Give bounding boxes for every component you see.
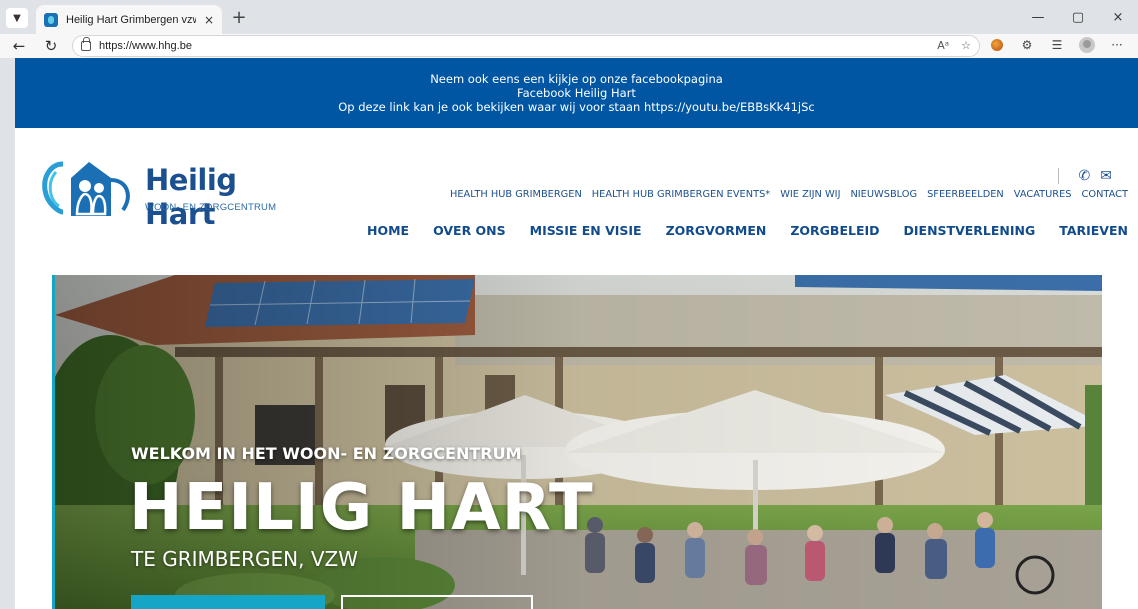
- logo-subtitle: WOON- EN ZORGCENTRUM: [145, 202, 277, 213]
- top-menu-wie-zijn-wij[interactable]: WIE ZIJN WIJ: [780, 189, 840, 200]
- top-menu: HEALTH HUB GRIMBERGEN HEALTH HUB GRIMBER…: [450, 189, 1128, 200]
- extension-icon[interactable]: [988, 36, 1006, 54]
- back-arrow-icon[interactable]: ←: [8, 36, 30, 56]
- main-menu-zorgvormen[interactable]: ZORGVORMEN: [666, 223, 767, 238]
- profile-avatar-icon[interactable]: [1078, 36, 1096, 54]
- main-menu: HOME OVER ONS MISSIE EN VISIE ZORGVORMEN…: [367, 223, 1128, 238]
- main-menu-tarieven[interactable]: TARIEVEN: [1059, 223, 1128, 238]
- browser-tools: ⚙ ☰ ···: [988, 36, 1138, 54]
- favorites-list-icon[interactable]: ☰: [1048, 36, 1066, 54]
- hero-secondary-button[interactable]: [341, 595, 533, 609]
- reload-icon[interactable]: ↻: [40, 36, 62, 56]
- banner-youtube-link[interactable]: Op deze link kan je ook bekijken waar wi…: [15, 100, 1138, 114]
- top-menu-nieuwsblog[interactable]: NIEUWSBLOG: [850, 189, 917, 200]
- top-menu-contact[interactable]: CONTACT: [1082, 189, 1128, 200]
- more-options-icon[interactable]: ···: [1108, 36, 1126, 54]
- read-aloud-icon[interactable]: Aᵃ: [937, 39, 949, 52]
- hero-section: WELKOM IN HET WOON- EN ZORGCENTRUM HEILI…: [52, 275, 1102, 609]
- extensions-puzzle-icon[interactable]: ⚙: [1018, 36, 1036, 54]
- tab-title: Heilig Hart Grimbergen vzw | Wo...: [66, 13, 196, 26]
- restore-button[interactable]: ▢: [1058, 10, 1098, 25]
- main-menu-zorgbeleid[interactable]: ZORGBELEID: [790, 223, 879, 238]
- hero-primary-button[interactable]: [131, 595, 325, 609]
- top-menu-vacatures[interactable]: VACATURES: [1014, 189, 1072, 200]
- site-logo[interactable]: Heilig Hart WOON- EN ZORGCENTRUM: [41, 156, 301, 231]
- top-menu-health-hub-events[interactable]: HEALTH HUB GRIMBERGEN EVENTS*: [592, 189, 770, 200]
- close-window-button[interactable]: ×: [1098, 10, 1138, 25]
- mail-icon[interactable]: ✉: [1100, 168, 1112, 184]
- web-page: Neem ook eens een kijkje op onze faceboo…: [15, 58, 1138, 609]
- heilig-hart-logo-icon: [42, 161, 130, 216]
- hero-subtitle: TE GRIMBERGEN, VZW: [131, 547, 358, 571]
- announcement-banner: Neem ook eens een kijkje op onze faceboo…: [15, 58, 1138, 128]
- top-menu-sfeerbeelden[interactable]: SFEERBEELDEN: [927, 189, 1004, 200]
- tab-close-icon[interactable]: ×: [204, 13, 214, 27]
- banner-facebook-link[interactable]: Facebook Heilig Hart: [15, 86, 1138, 100]
- top-menu-health-hub[interactable]: HEALTH HUB GRIMBERGEN: [450, 189, 582, 200]
- main-menu-home[interactable]: HOME: [367, 223, 409, 238]
- banner-line-facebook-intro: Neem ook eens een kijkje op onze faceboo…: [430, 72, 723, 86]
- main-menu-missie-en-visie[interactable]: MISSIE EN VISIE: [530, 223, 642, 238]
- main-menu-dienstverlening[interactable]: DIENSTVERLENING: [904, 223, 1036, 238]
- hero-title: HEILIG HART: [129, 471, 594, 545]
- address-bar[interactable]: https://www.hhg.be Aᵃ ☆: [72, 35, 980, 57]
- logo-name: Heilig Hart: [145, 163, 237, 231]
- browser-tab-bar: ▼ Heilig Hart Grimbergen vzw | Wo... × +…: [0, 0, 1138, 34]
- contact-icons: ✆ ✉: [1057, 168, 1112, 184]
- site-favicon-icon: [44, 12, 58, 27]
- phone-icon[interactable]: ✆: [1079, 168, 1091, 184]
- url-text[interactable]: https://www.hhg.be: [99, 40, 192, 52]
- favorite-star-icon[interactable]: ☆: [961, 39, 971, 52]
- tab-actions-chevron-icon[interactable]: ▼: [6, 8, 28, 28]
- divider: [1057, 168, 1059, 184]
- lock-icon[interactable]: [81, 37, 91, 51]
- main-menu-over-ons[interactable]: OVER ONS: [433, 223, 506, 238]
- minimize-button[interactable]: —: [1018, 10, 1058, 25]
- hero-kicker: WELKOM IN HET WOON- EN ZORGCENTRUM: [131, 444, 522, 463]
- new-tab-button[interactable]: +: [228, 6, 250, 28]
- address-toolbar: ← ↻ https://www.hhg.be Aᵃ ☆ ⚙ ☰ ···: [0, 34, 1138, 58]
- window-controls: — ▢ ×: [1018, 0, 1138, 34]
- browser-tab[interactable]: Heilig Hart Grimbergen vzw | Wo... ×: [36, 5, 222, 34]
